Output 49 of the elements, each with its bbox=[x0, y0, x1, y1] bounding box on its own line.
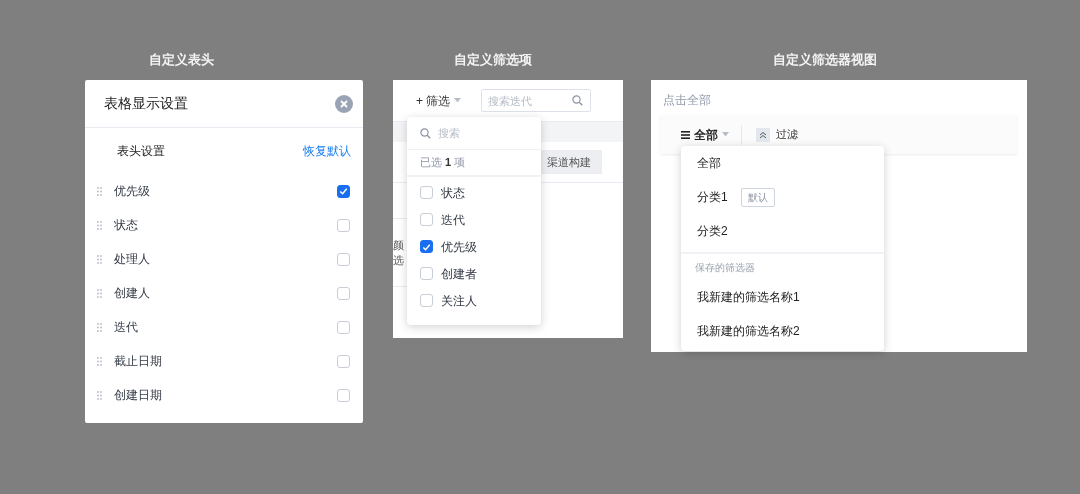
saved-filter-item[interactable]: 我新建的筛选名称1 bbox=[697, 288, 800, 306]
search-icon bbox=[420, 127, 431, 139]
section-caption: 自定义表头 bbox=[148, 51, 215, 69]
drag-handle-icon[interactable] bbox=[97, 322, 102, 332]
column-label: 创建人 bbox=[114, 285, 151, 302]
drag-handle-icon[interactable] bbox=[97, 220, 102, 230]
menu-section-label: 保存的筛选器 bbox=[694, 260, 756, 275]
checkbox[interactable] bbox=[337, 184, 350, 198]
hint-text: 点击全部 bbox=[662, 92, 712, 109]
text-fragment: 选 bbox=[393, 252, 405, 267]
column-label: 截止日期 bbox=[114, 353, 163, 370]
collapse-icon[interactable] bbox=[756, 127, 770, 142]
drag-handle-icon[interactable] bbox=[97, 356, 102, 366]
menu-icon bbox=[681, 130, 690, 139]
drag-handle-icon[interactable] bbox=[97, 390, 102, 400]
menu-item[interactable]: 全部 bbox=[697, 154, 721, 172]
column-label: 处理人 bbox=[114, 251, 151, 268]
search-icon bbox=[572, 95, 584, 106]
section-caption: 自定义筛选项 bbox=[453, 51, 533, 69]
saved-filter-item[interactable]: 我新建的筛选名称2 bbox=[697, 322, 800, 340]
drag-handle-icon[interactable] bbox=[97, 186, 102, 196]
dialog-title: 表格显示设置 bbox=[104, 94, 188, 113]
menu-item[interactable]: 分类2 bbox=[697, 222, 728, 240]
option-label: 优先级 bbox=[441, 238, 477, 256]
option-label: 创建者 bbox=[441, 265, 477, 283]
search-field[interactable]: 搜索迭代 bbox=[481, 89, 592, 112]
option-label: 关注人 bbox=[441, 292, 477, 310]
text-fragment: 颜 bbox=[393, 238, 405, 253]
checkbox[interactable] bbox=[420, 240, 433, 253]
option-label: 状态 bbox=[441, 184, 465, 202]
default-tag: 默认 bbox=[740, 187, 775, 207]
section-label: 表头设置 bbox=[117, 143, 165, 160]
column-label: 状态 bbox=[114, 217, 139, 234]
drag-handle-icon[interactable] bbox=[97, 254, 102, 264]
selected-count: 已选 1 项 bbox=[420, 155, 466, 171]
filter-label: 过滤 bbox=[776, 127, 798, 143]
close-icon[interactable] bbox=[335, 94, 353, 113]
column-label: 优先级 bbox=[114, 183, 151, 200]
drag-handle-icon[interactable] bbox=[97, 288, 102, 298]
caret-icon bbox=[722, 132, 729, 137]
reset-link[interactable]: 恢复默认 bbox=[303, 142, 351, 160]
option-label: 迭代 bbox=[441, 211, 465, 229]
column-label: 迭代 bbox=[114, 319, 139, 336]
caret-icon bbox=[454, 98, 462, 103]
menu-item[interactable]: 分类1 bbox=[697, 188, 728, 206]
filter-button[interactable]: + 筛选 bbox=[416, 91, 462, 110]
section-caption: 自定义筛选器视图 bbox=[772, 51, 878, 69]
column-label: 创建日期 bbox=[114, 387, 163, 404]
view-selector-button[interactable]: 全部 bbox=[681, 125, 729, 144]
